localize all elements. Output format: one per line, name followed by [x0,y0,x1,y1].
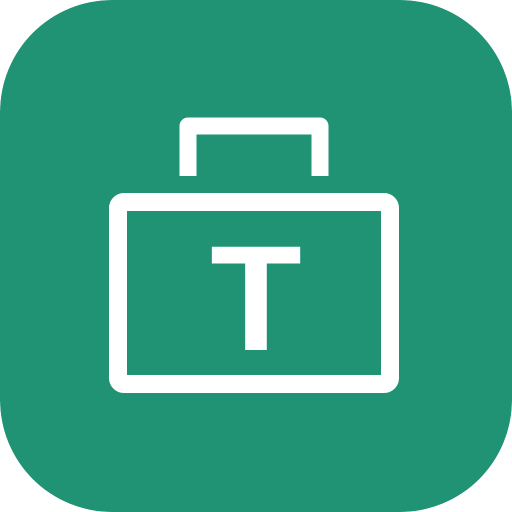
briefcase-t-icon: T [0,0,512,512]
app-icon[interactable]: T [0,0,512,512]
briefcase-glyph: T [210,214,302,382]
